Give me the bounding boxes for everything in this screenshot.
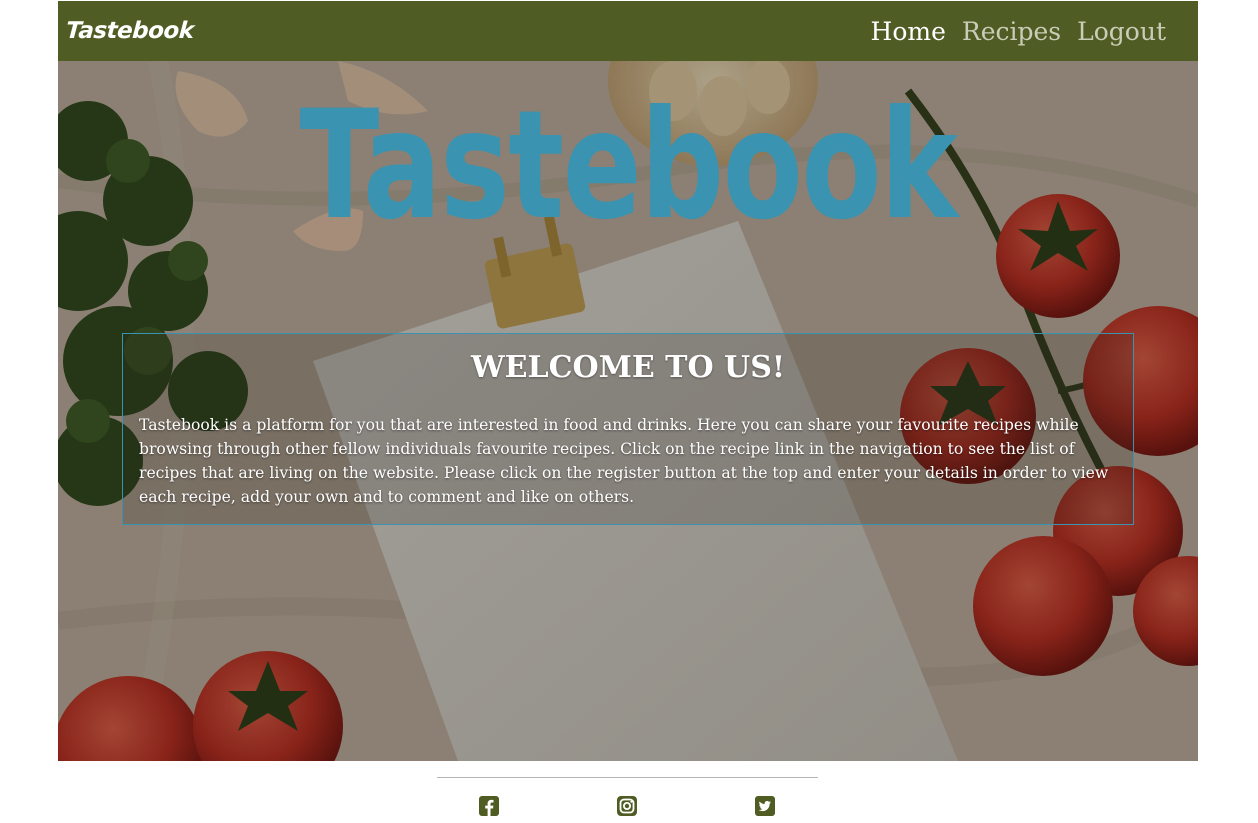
hero-section: Tastebook WELCOME TO US! Tastebook is a … bbox=[58, 61, 1198, 761]
instagram-icon[interactable] bbox=[616, 795, 638, 817]
nav-links: Home Recipes Logout bbox=[871, 17, 1166, 46]
nav-link-recipes[interactable]: Recipes bbox=[962, 17, 1061, 46]
twitter-icon[interactable] bbox=[754, 795, 776, 817]
footer-divider bbox=[437, 777, 818, 778]
navbar: Tastebook Home Recipes Logout bbox=[58, 1, 1198, 61]
facebook-icon[interactable] bbox=[478, 795, 500, 817]
nav-link-logout[interactable]: Logout bbox=[1077, 17, 1166, 46]
welcome-heading: WELCOME TO US! bbox=[470, 350, 786, 385]
hero-title: Tastebook bbox=[299, 79, 958, 253]
welcome-box: WELCOME TO US! Tastebook is a platform f… bbox=[122, 333, 1134, 525]
nav-link-home[interactable]: Home bbox=[871, 17, 946, 46]
welcome-text: Tastebook is a platform for you that are… bbox=[139, 416, 1109, 506]
brand-logo[interactable]: Tastebook bbox=[65, 18, 194, 44]
page: Tastebook Home Recipes Logout Tastebook … bbox=[0, 0, 1258, 823]
